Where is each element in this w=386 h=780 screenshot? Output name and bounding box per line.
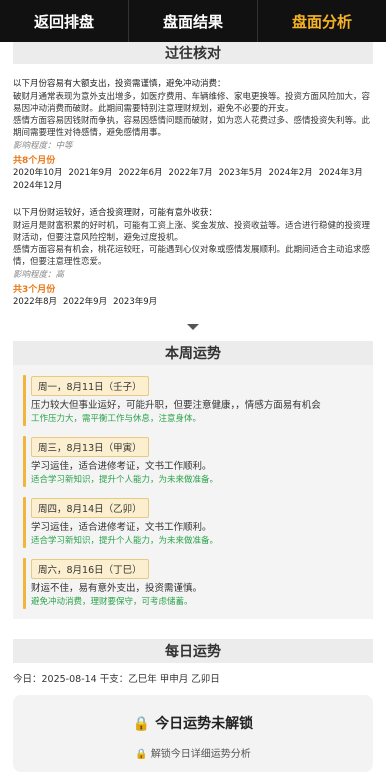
analysis-page: 过往核对 以下月份容易有大额支出，投资需谨慎，避免冲动消费： 破财月通常表现为意… [0,42,386,780]
month-item: 2023年9月 [113,297,158,307]
month-item: 2022年7月 [168,168,213,178]
day-tip: 避免冲动消费，理财要保守，可考虑储蓄。 [31,597,193,607]
chevron-down-icon [187,324,199,330]
day-badge: 周六，8月16日（丁巳） [31,559,149,579]
day-card: 周六，8月16日（丁巳） 财运不佳，易有意外支出，投资需谨慎。 避免冲动消费，理… [23,558,363,609]
unlock-subtitle-text: 解锁今日详细运势分析 [150,749,251,760]
day-text: 学习运佳，适合进修考证，文书工作顺利。 [31,522,212,533]
day-card: 周四，8月14日（乙卯） 学习运佳，适合进修考证，文书工作顺利。 适合学习新知识… [23,497,363,548]
week-fortune-title: 本周运势 [13,341,373,365]
month-item: 2021年9月 [68,168,113,178]
daily-fortune-title: 每日运势 [13,639,373,663]
day-text: 学习运佳，适合进修考证，文书工作顺利。 [31,461,212,472]
month-list: 2022年8月 2022年9月 2023年9月 [13,296,373,309]
day-text: 财运不佳，易有意外支出，投资需谨慎。 [31,583,203,594]
tab-back-to-chart[interactable]: 返回排盘 [0,0,129,42]
wealth-months-block: 以下月份财运较好，适合投资理财，可能有意外收获： 财运月是财富积累的好时机，可能… [13,207,373,309]
month-item: 2022年9月 [63,297,108,307]
day-tip: 工作压力大，需平衡工作与休息，注意身体。 [31,414,202,424]
block-head: 以下月份容易有大额支出，投资需谨慎，避免冲动消费： [13,79,226,89]
month-item: 2022年8月 [13,297,58,307]
impact-level: 影响程度：高 [13,270,65,280]
month-item: 2024年3月 [318,168,363,178]
day-badge: 周一，8月11日（壬子） [31,376,149,396]
month-item: 2024年12月 [13,181,63,191]
unlock-title-text: 今日运势未解锁 [155,716,254,732]
day-text: 压力较大但事业运好，可能升职，但要注意健康，，情感方面易有机会 [31,400,321,411]
past-check-title: 过往核对 [13,42,373,64]
block-paragraph: 财运月是财富积累的好时机，可能有工资上涨、奖金发放、投资收益等。适合进行稳健的投… [13,221,371,243]
month-list: 2020年10月 2021年9月 2022年6月 2022年7月 2023年5月 2024… [13,167,373,193]
unlock-card[interactable]: 🔒 今日运势未解锁 🔒 解锁今日详细运势分析 [13,695,373,772]
block-paragraph: 感情方面容易有机会，桃花运较旺，可能遇到心仪对象或感情发展顺利。此期间适合主动追… [13,245,371,267]
month-item: 2020年10月 [13,168,63,178]
unlock-title: 🔒 今日运势未解锁 [23,713,363,733]
past-check-section: 以下月份容易有大额支出，投资需谨慎，避免冲动消费： 破财月通常表现为意外支出增多… [0,64,386,309]
month-item: 2022年6月 [118,168,163,178]
block-head: 以下月份财运较好，适合投资理财，可能有意外收获： [13,208,218,218]
day-badge: 周三，8月13日（甲寅） [31,437,149,457]
month-item: 2023年5月 [218,168,263,178]
top-nav: 返回排盘 盘面结果 盘面分析 [0,0,386,42]
day-tip: 适合学习新知识，提升个人能力，为未来做准备。 [31,536,219,546]
day-card: 周三，8月13日（甲寅） 学习运佳，适合进修考证，文书工作顺利。 适合学习新知识… [23,436,363,487]
daily-fortune-section: 每日运势 今日：2025-08-14 干支：乙巳年 甲申月 乙卯日 🔒 今日运势… [0,639,386,772]
month-item: 2024年2月 [268,168,313,178]
tab-chart-result[interactable]: 盘面结果 [129,0,258,42]
lock-icon: 🔒 [132,716,151,732]
block-paragraph: 感情方面容易因钱财而争执，容易因感情问题而破财，如为恋人花费过多、感情投资失利等… [13,116,371,138]
week-fortune-list: 周一，8月11日（壬子） 压力较大但事业运好，可能升职，但要注意健康，，情感方面… [13,365,373,619]
unlock-subtitle[interactable]: 🔒 解锁今日详细运势分析 [23,745,363,760]
loss-months-block: 以下月份容易有大额支出，投资需谨慎，避免冲动消费： 破财月通常表现为意外支出增多… [13,78,373,193]
months-count: 共8个月份 [13,156,56,166]
tab-chart-analysis[interactable]: 盘面分析 [258,0,386,42]
months-count: 共3个月份 [13,285,56,295]
day-card: 周一，8月11日（壬子） 压力较大但事业运好，可能升职，但要注意健康，，情感方面… [23,375,363,426]
expand-toggle[interactable] [0,323,386,331]
today-ganzhi: 今日：2025-08-14 干支：乙巳年 甲申月 乙卯日 [13,674,220,685]
impact-level: 影响程度：中等 [13,141,73,151]
lock-icon: 🔒 [135,749,148,760]
day-badge: 周四，8月14日（乙卯） [31,498,149,518]
block-paragraph: 破财月通常表现为意外支出增多，如医疗费用、车辆维修、家电更换等。投资方面风险加大… [13,92,371,114]
day-tip: 适合学习新知识，提升个人能力，为未来做准备。 [31,475,219,485]
